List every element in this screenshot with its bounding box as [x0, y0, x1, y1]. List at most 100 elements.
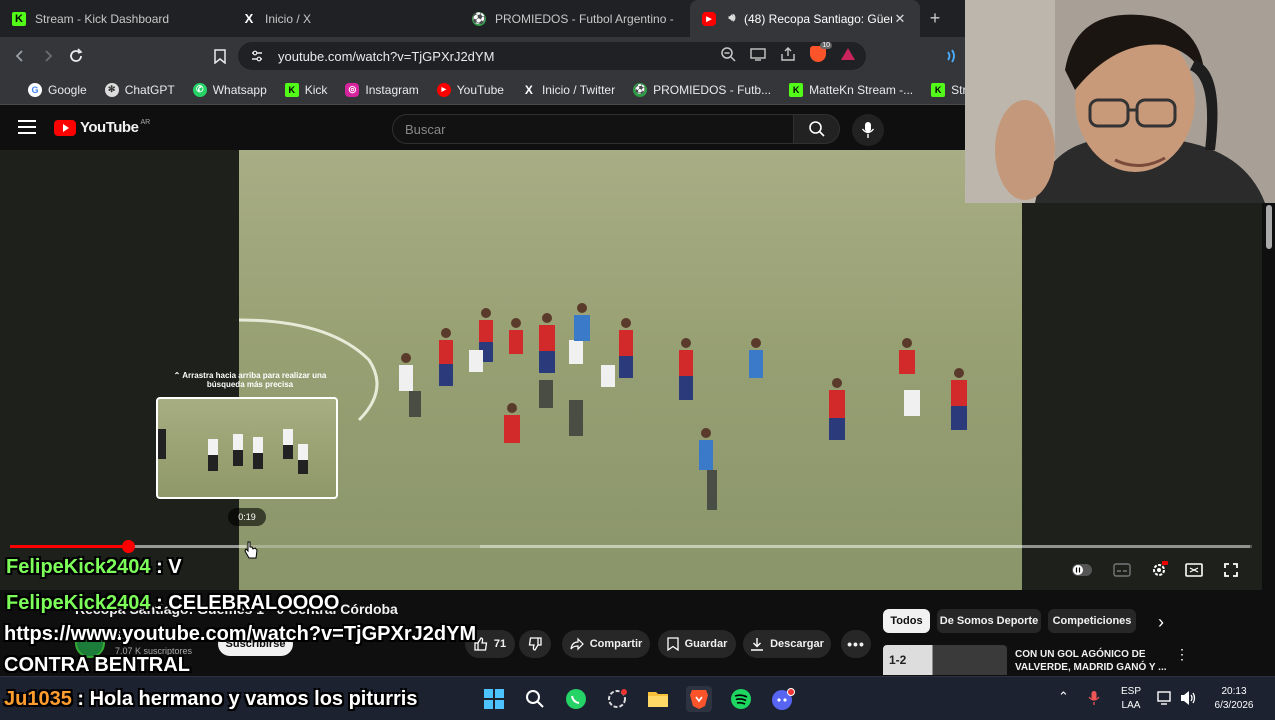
zoom-icon[interactable] [720, 46, 736, 62]
start-button[interactable] [481, 686, 507, 712]
taskbar-discord[interactable] [770, 686, 796, 712]
site-settings-icon [252, 50, 262, 62]
bookmark-promiedos[interactable]: ⚽ PROMIEDOS - Futb... [633, 82, 771, 97]
back-button[interactable] [6, 42, 34, 70]
gear-icon [1153, 561, 1168, 576]
input-language-indicator[interactable]: ESP LAA [1118, 685, 1144, 713]
wallet-icon[interactable] [945, 48, 961, 64]
chip-todos[interactable]: Todos [883, 609, 930, 633]
more-horizontal-icon: ••• [847, 636, 865, 652]
tab-youtube-active[interactable]: ▶ 🔊︎ (48) Recopa Santiago: Güeme ✕ [690, 0, 920, 37]
chat-message-5: Ju1035 : Hola hermano y vamos los piturr… [4, 688, 418, 711]
bookmarks-bar: G Google ✻ ChatGPT ✆ Whatsapp K Kick ◎ Instag… [0, 75, 965, 105]
autoplay-toggle[interactable] [1070, 558, 1094, 582]
save-bookmark-icon [666, 637, 679, 651]
clock[interactable]: 20:13 6/3/2026 [1206, 685, 1262, 713]
whatsapp-icon: ✆ [192, 82, 207, 97]
network-icon[interactable] [1157, 691, 1173, 705]
search-input[interactable]: Buscar [392, 114, 794, 144]
subtitles-button[interactable] [1110, 558, 1134, 582]
video-player[interactable]: ⌃ Arrastra hacia arriba para realizar un… [0, 150, 1262, 590]
recommended-video-thumbnail[interactable]: 1-2 [883, 645, 1007, 675]
chat-text: : V [150, 556, 182, 578]
address-bar-actions: 10 [720, 42, 856, 62]
tab-label: Inicio / X [265, 11, 312, 26]
taskbar-file-explorer[interactable] [645, 686, 671, 712]
dislike-button[interactable] [519, 630, 551, 658]
bookmark-stream[interactable]: K Stream [931, 82, 965, 97]
kick-icon: K [284, 82, 299, 97]
bookmark-label: Instagram [365, 82, 419, 97]
keyboard-layout: LAA [1121, 700, 1141, 711]
bookmark-label: YouTube [456, 82, 504, 97]
brave-rewards-icon[interactable] [840, 46, 856, 62]
tray-microphone-icon[interactable] [1088, 690, 1100, 706]
bookmark-instagram[interactable]: ◎ Instagram [345, 82, 419, 97]
taskbar-chatgpt[interactable] [604, 686, 630, 712]
windows-logo-icon [484, 689, 504, 709]
volume-icon[interactable] [1180, 690, 1198, 706]
bookmark-label: ChatGPT [124, 82, 175, 97]
taskbar-spotify[interactable] [728, 686, 754, 712]
chip-competiciones[interactable]: Competiciones [1048, 609, 1136, 633]
drag-search-hint: ⌃ Arrastra hacia arriba para realizar un… [173, 371, 327, 389]
whatsapp-icon [566, 689, 586, 709]
scrollbar-thumb[interactable] [1266, 205, 1272, 249]
recommended-video-title[interactable]: CON UN GOL AGÓNICO DE VALVERDE, MADRID G… [1015, 648, 1175, 674]
youtube-logo[interactable]: YouTube AR [54, 119, 150, 136]
progress-bar[interactable] [10, 540, 1252, 553]
share-button[interactable]: Compartir [562, 630, 650, 658]
new-tab-button[interactable]: + [920, 0, 950, 37]
tab-label: PROMIEDOS - Futbol Argentino - Fixt [495, 11, 678, 26]
bookmark-whatsapp[interactable]: ✆ Whatsapp [192, 82, 267, 97]
bookmark-youtube[interactable]: ▶ YouTube [436, 82, 504, 97]
save-button[interactable]: Guardar [658, 630, 736, 658]
page-scrollbar[interactable] [1263, 203, 1275, 673]
menu-icon[interactable] [18, 120, 36, 134]
share-arrow-icon [570, 637, 584, 651]
scrubber-knob[interactable] [121, 540, 135, 553]
bookmark-twitter[interactable]: X Inicio / Twitter [522, 83, 615, 97]
bookmark-google[interactable]: G Google [28, 82, 87, 97]
tab-x[interactable]: X Inicio / X [230, 0, 460, 37]
bookmark-kick[interactable]: K Kick [284, 82, 327, 97]
chips-next-icon[interactable]: › [1158, 612, 1164, 633]
taskbar-whatsapp[interactable] [563, 686, 589, 712]
forward-arrow-icon [45, 50, 53, 62]
fullscreen-button[interactable] [1219, 558, 1243, 582]
share-icon[interactable] [780, 46, 796, 62]
chatgpt-icon [608, 689, 627, 708]
voice-search-button[interactable] [852, 114, 884, 146]
region-code: AR [140, 119, 151, 126]
bookmark-button[interactable] [206, 42, 234, 70]
video-frame[interactable] [239, 150, 1022, 590]
more-actions-button[interactable]: ••• [841, 630, 871, 658]
forward-button[interactable] [34, 42, 62, 70]
settings-button[interactable] [1147, 558, 1171, 582]
taskbar-search-button[interactable] [522, 686, 548, 712]
bookmark-matteken[interactable]: K MatteKn Stream -... [789, 82, 913, 97]
miniplayer-button[interactable] [1182, 558, 1206, 582]
clock-time: 20:13 [1221, 686, 1247, 697]
recommended-more-icon[interactable]: ⋮ [1175, 647, 1189, 661]
bookmark-chatgpt[interactable]: ✻ ChatGPT [104, 82, 175, 97]
taskbar-brave-browser[interactable] [686, 686, 712, 712]
cast-icon[interactable] [750, 46, 766, 62]
youtube-wordmark: YouTube [80, 119, 139, 136]
brave-shields-icon[interactable]: 10 [810, 42, 832, 62]
download-button[interactable]: Descargar [743, 630, 831, 658]
chat-text: : Hola hermano y vamos los piturris [71, 688, 418, 710]
tab-promiedos[interactable]: ⚽ PROMIEDOS - Futbol Argentino - Fixt [460, 0, 690, 37]
tab-kick-dashboard[interactable]: K Stream - Kick Dashboard [0, 0, 230, 37]
chatgpt-icon: ✻ [104, 82, 119, 97]
seek-preview-thumbnail [156, 397, 338, 499]
brave-icon [690, 690, 708, 709]
close-tab-icon[interactable]: ✕ [892, 11, 908, 27]
reload-button[interactable] [62, 42, 90, 70]
chip-de-somos-deporte[interactable]: De Somos Deporte [937, 609, 1041, 633]
chat-text: CONTRA BENTRAL [4, 654, 190, 676]
miniplayer-icon [1185, 563, 1203, 577]
tray-overflow-icon[interactable]: ⌃ [1058, 689, 1069, 705]
address-bar[interactable]: youtube.com/watch?v=TjGPXrJ2dYM 10 [238, 42, 866, 70]
search-button[interactable] [794, 114, 840, 144]
